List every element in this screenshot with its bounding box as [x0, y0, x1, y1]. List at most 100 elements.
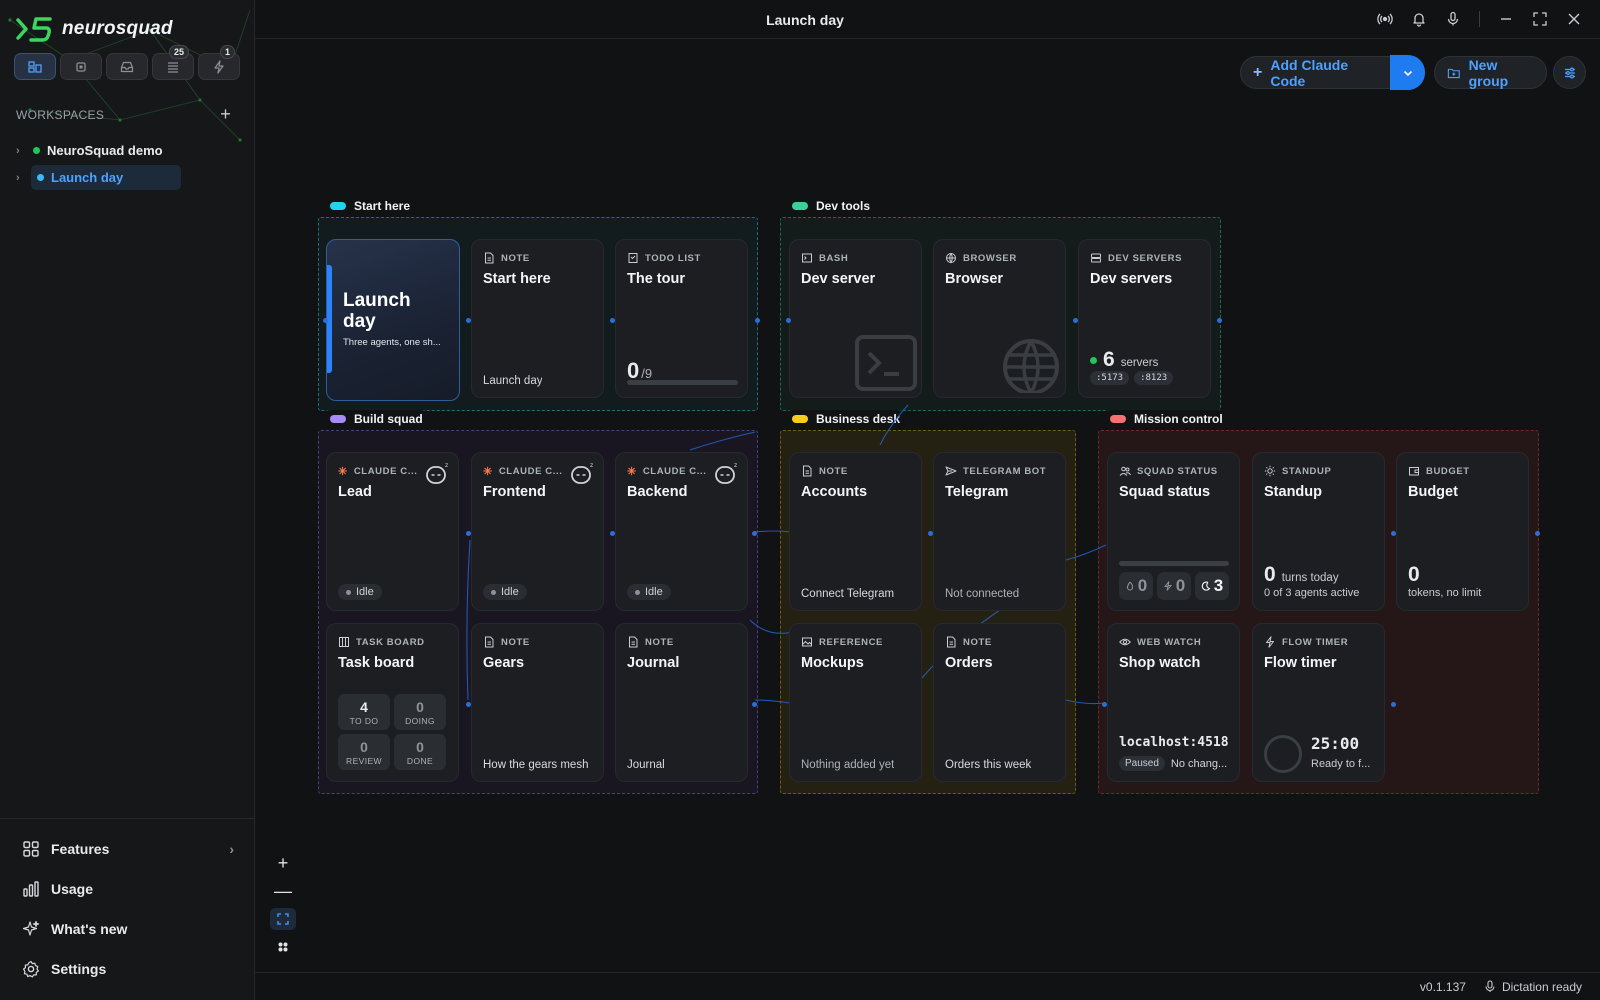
card-browser[interactable]: BROWSER Browser — [933, 239, 1066, 398]
card-kind: TELEGRAM BOT — [945, 465, 1046, 477]
arrange-button[interactable] — [270, 936, 296, 958]
globe-icon — [946, 253, 956, 264]
card-mockups[interactable]: REFERENCE Mockups Nothing added yet — [789, 623, 922, 782]
connector-port[interactable] — [755, 318, 760, 323]
column-count: 0 — [360, 738, 368, 755]
bolt-icon — [1163, 581, 1172, 591]
app-version: v0.1.137 — [1419, 979, 1466, 994]
card-flow-timer[interactable]: FLOW TIMER Flow timer 25:00 Ready to f..… — [1252, 623, 1385, 782]
globe-icon — [1003, 339, 1059, 393]
bolt-icon — [1266, 636, 1274, 648]
card-title: Gears — [483, 655, 525, 671]
column-todo[interactable]: 4 TO DO — [338, 694, 390, 730]
card-footer: Nothing added yet — [801, 759, 895, 771]
connector-port[interactable] — [928, 531, 933, 536]
card-title: Lead — [338, 484, 372, 500]
card-orders[interactable]: NOTE Orders Orders this week — [933, 623, 1066, 782]
turns-count: 0 — [1264, 563, 1276, 586]
card-title: Browser — [945, 271, 1004, 287]
card-kind: ✳ CLAUDE C... — [483, 465, 562, 478]
connector-port[interactable] — [1391, 531, 1396, 536]
connector-port[interactable] — [786, 318, 791, 323]
agent-status: Idle — [501, 586, 519, 598]
connector-port[interactable] — [466, 531, 471, 536]
connector-port[interactable] — [466, 702, 471, 707]
card-footer: How the gears mesh — [483, 759, 589, 771]
timer-ring[interactable] — [1264, 735, 1302, 773]
column-label: DONE — [406, 755, 434, 766]
dictation-label: Dictation ready — [1501, 979, 1582, 994]
connector-port[interactable] — [610, 531, 615, 536]
card-dev-server[interactable]: BASH Dev server — [789, 239, 922, 398]
column-count: 0 — [416, 698, 424, 715]
card-start-here[interactable]: NOTE Start here Launch day — [471, 239, 604, 398]
wallet-icon — [1409, 467, 1419, 476]
card-task-board[interactable]: TASK BOARD Task board 4 TO DO 0 DOING 0 REV… — [326, 623, 459, 782]
zoom-in-button[interactable]: + — [270, 852, 296, 874]
column-label: TO DO — [349, 715, 379, 726]
moon-icon — [1201, 581, 1211, 591]
card-journal[interactable]: NOTE Journal Journal — [615, 623, 748, 782]
card-agent-backend[interactable]: ✳ CLAUDE C... z Backend Idle — [615, 452, 748, 611]
paused-badge[interactable]: Paused — [1119, 756, 1165, 771]
note-icon — [629, 636, 638, 648]
card-the-tour[interactable]: TODO LIST The tour 0/9 — [615, 239, 748, 398]
dictation-status[interactable]: Dictation ready — [1484, 980, 1582, 994]
grid-dots-icon — [278, 942, 288, 952]
connector-port[interactable] — [752, 702, 757, 707]
card-dev-servers[interactable]: DEV SERVERS Dev servers 6 servers :5173 :8… — [1078, 239, 1211, 398]
status-dot — [491, 589, 496, 595]
card-gears[interactable]: NOTE Gears How the gears mesh — [471, 623, 604, 782]
column-review[interactable]: 0 REVIEW — [338, 734, 390, 770]
timer-time: 25:00 — [1311, 734, 1360, 753]
card-agent-lead[interactable]: ✳ CLAUDE C... z Lead Idle — [326, 452, 459, 611]
connector-port[interactable] — [466, 318, 471, 323]
squad-progress-bar — [1119, 561, 1229, 566]
port-chip[interactable]: :5173 — [1090, 371, 1130, 385]
sun-icon — [1264, 465, 1276, 477]
column-doing[interactable]: 0 DOING — [394, 694, 446, 730]
card-kind-label: CLAUDE C... — [353, 466, 418, 477]
turns-unit: turns today — [1281, 572, 1339, 584]
card-kind: SQUAD STATUS — [1119, 465, 1218, 477]
card-kind: NOTE — [801, 465, 848, 477]
card-kind-label: BASH — [819, 252, 849, 264]
card-kind: DEV SERVERS — [1090, 252, 1182, 264]
card-shop-watch[interactable]: WEB WATCH Shop watch localhost:4518 Paus… — [1107, 623, 1240, 782]
connector-port[interactable] — [1102, 702, 1107, 707]
card-telegram[interactable]: TELEGRAM BOT Telegram Not connected — [933, 452, 1066, 611]
card-standup[interactable]: STANDUP Standup 0 turns today 0 of 3 agen… — [1252, 452, 1385, 611]
connector-port[interactable] — [752, 531, 757, 536]
card-title: Budget — [1408, 484, 1458, 500]
connector-port[interactable] — [1535, 531, 1540, 536]
card-kind: TODO LIST — [627, 252, 701, 264]
card-title: Start here — [483, 271, 551, 287]
card-footer: Orders this week — [945, 759, 1032, 771]
hero-title: Launch day — [343, 290, 411, 332]
connector-port[interactable] — [323, 318, 328, 323]
card-agent-frontend[interactable]: ✳ CLAUDE C... z Frontend Idle — [471, 452, 604, 611]
card-budget[interactable]: BUDGET Budget 0 tokens, no limit — [1396, 452, 1529, 611]
zoom-out-button[interactable]: — — [270, 880, 296, 902]
watch-status: Paused No chang... — [1119, 756, 1227, 771]
timer-status: Ready to f... — [1311, 758, 1371, 770]
squad-working-chip: 0 — [1119, 572, 1153, 600]
fit-view-button[interactable] — [270, 908, 296, 930]
card-squad-status[interactable]: SQUAD STATUS Squad status 0 0 3 — [1107, 452, 1240, 611]
connector-port[interactable] — [610, 318, 615, 323]
card-title: Standup — [1264, 484, 1322, 500]
claude-icon: ✳ — [483, 466, 493, 478]
card-title: Dev servers — [1090, 271, 1173, 287]
connector-port[interactable] — [1073, 318, 1078, 323]
card-kind-label: SQUAD STATUS — [1137, 465, 1218, 477]
card-accounts[interactable]: NOTE Accounts Connect Telegram — [789, 452, 922, 611]
connector-port[interactable] — [1391, 702, 1396, 707]
card-kind-label: FLOW TIMER — [1282, 636, 1349, 648]
server-count: 6 servers — [1090, 348, 1158, 372]
port-chip[interactable]: :8123 — [1134, 371, 1174, 385]
connector-port[interactable] — [1217, 318, 1222, 323]
column-done[interactable]: 0 DONE — [394, 734, 446, 770]
card-title: Journal — [627, 655, 680, 671]
card-title: Task board — [338, 655, 415, 671]
card-workspace-hero[interactable]: Launch day Three agents, one sh... — [326, 239, 460, 401]
